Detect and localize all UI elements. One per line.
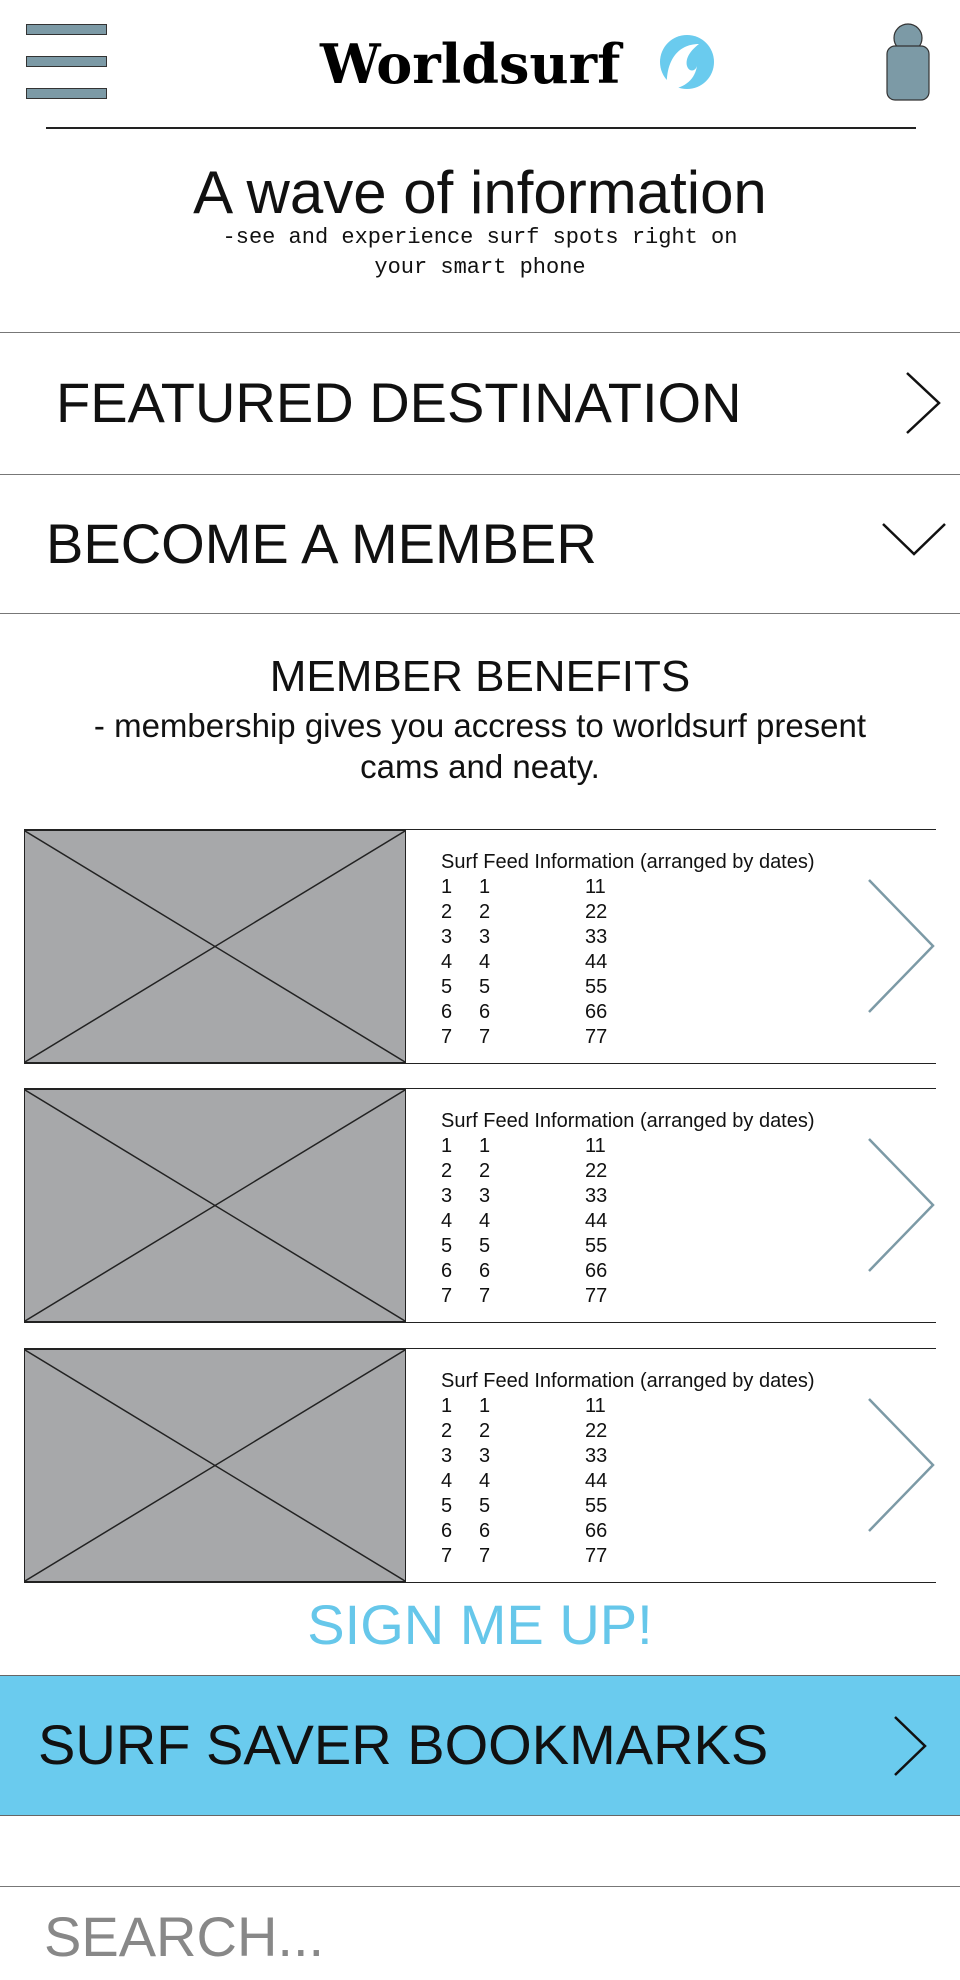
feed-row: 2 2 22 <box>441 1420 608 1442</box>
feed-row: 6 6 66 <box>441 1260 608 1282</box>
chevron-down-icon <box>882 523 946 556</box>
feed-row: 4 4 44 <box>441 1470 608 1492</box>
hero-title: A wave of information <box>193 159 767 226</box>
menu-bar <box>26 24 107 35</box>
divider <box>0 613 960 614</box>
hero-subtitle: -see and experience surf spots right on … <box>222 225 738 280</box>
become-member-label: BECOME A MEMBER <box>46 512 597 575</box>
feed-row: 5 5 55 <box>441 1235 608 1257</box>
image-placeholder <box>24 1089 406 1322</box>
bookmarks-label: SURF SAVER BOOKMARKS <box>38 1713 769 1776</box>
feed-row: 7 7 77 <box>441 1026 608 1048</box>
feed-row: 1 1 11 <box>441 1135 606 1157</box>
chevron-right-icon[interactable] <box>867 1137 937 1273</box>
member-benefits-title: MEMBER BENEFITS <box>269 652 691 701</box>
surf-saver-bookmarks-row[interactable]: SURF SAVER BOOKMARKS <box>0 1675 960 1816</box>
feed-row: 4 4 44 <box>441 951 608 973</box>
search-bar <box>0 1886 960 1980</box>
feed-row: 6 6 66 <box>441 1520 608 1542</box>
chevron-right-icon <box>894 1716 927 1776</box>
feed-row: 5 5 55 <box>441 1495 608 1517</box>
feed-row: 2 2 22 <box>441 1160 608 1182</box>
surf-feed-heading: Surf Feed Information (arranged by dates… <box>441 1110 815 1132</box>
feed-row: 3 3 33 <box>441 1185 608 1207</box>
surf-feed-heading: Surf Feed Information (arranged by dates… <box>441 1370 815 1392</box>
featured-destination-row[interactable]: FEATURED DESTINATION <box>0 333 960 474</box>
search-input[interactable] <box>44 1901 904 1971</box>
surf-feed-info: Surf Feed Information (arranged by dates… <box>441 850 815 1050</box>
feed-row: 3 3 33 <box>441 1445 608 1467</box>
feed-row: 3 3 33 <box>441 926 608 948</box>
featured-destination-label: FEATURED DESTINATION <box>56 371 742 434</box>
feed-row: 2 2 22 <box>441 901 608 923</box>
feed-row: 1 1 11 <box>441 876 606 898</box>
menu-bar <box>26 56 107 67</box>
user-account-icon[interactable] <box>884 22 932 102</box>
surf-feed-card[interactable]: Surf Feed Information (arranged by dates… <box>24 1088 936 1323</box>
surf-feed-info: Surf Feed Information (arranged by dates… <box>441 1109 815 1309</box>
surf-feed-info: Surf Feed Information (arranged by dates… <box>441 1369 815 1569</box>
become-member-row[interactable]: BECOME A MEMBER <box>0 475 960 613</box>
image-placeholder <box>24 1349 406 1582</box>
chevron-right-icon[interactable] <box>867 878 937 1014</box>
logo[interactable]: Worldsurf <box>320 30 720 100</box>
surf-feed-card[interactable]: Surf Feed Information (arranged by dates… <box>24 1348 936 1583</box>
feed-row: 1 1 11 <box>441 1395 606 1417</box>
hamburger-menu-icon[interactable] <box>26 24 107 99</box>
feed-row: 7 7 77 <box>441 1285 608 1307</box>
sign-up-link[interactable]: SIGN ME UP! <box>0 1592 960 1657</box>
feed-row: 7 7 77 <box>441 1545 608 1567</box>
menu-bar <box>26 88 107 99</box>
chevron-right-icon[interactable] <box>867 1397 937 1533</box>
logo-text: Worldsurf <box>320 32 621 96</box>
feed-row: 6 6 66 <box>441 1001 608 1023</box>
header-divider <box>46 127 916 129</box>
surf-feed-heading: Surf Feed Information (arranged by dates… <box>441 851 815 873</box>
surf-feed-card[interactable]: Surf Feed Information (arranged by dates… <box>24 829 936 1064</box>
wave-icon <box>660 35 714 90</box>
feed-row: 5 5 55 <box>441 976 608 998</box>
member-benefits-description: - membership gives you accress to worlds… <box>93 707 867 785</box>
image-placeholder <box>24 830 406 1063</box>
feed-row: 4 4 44 <box>441 1210 608 1232</box>
chevron-right-icon <box>906 372 941 434</box>
